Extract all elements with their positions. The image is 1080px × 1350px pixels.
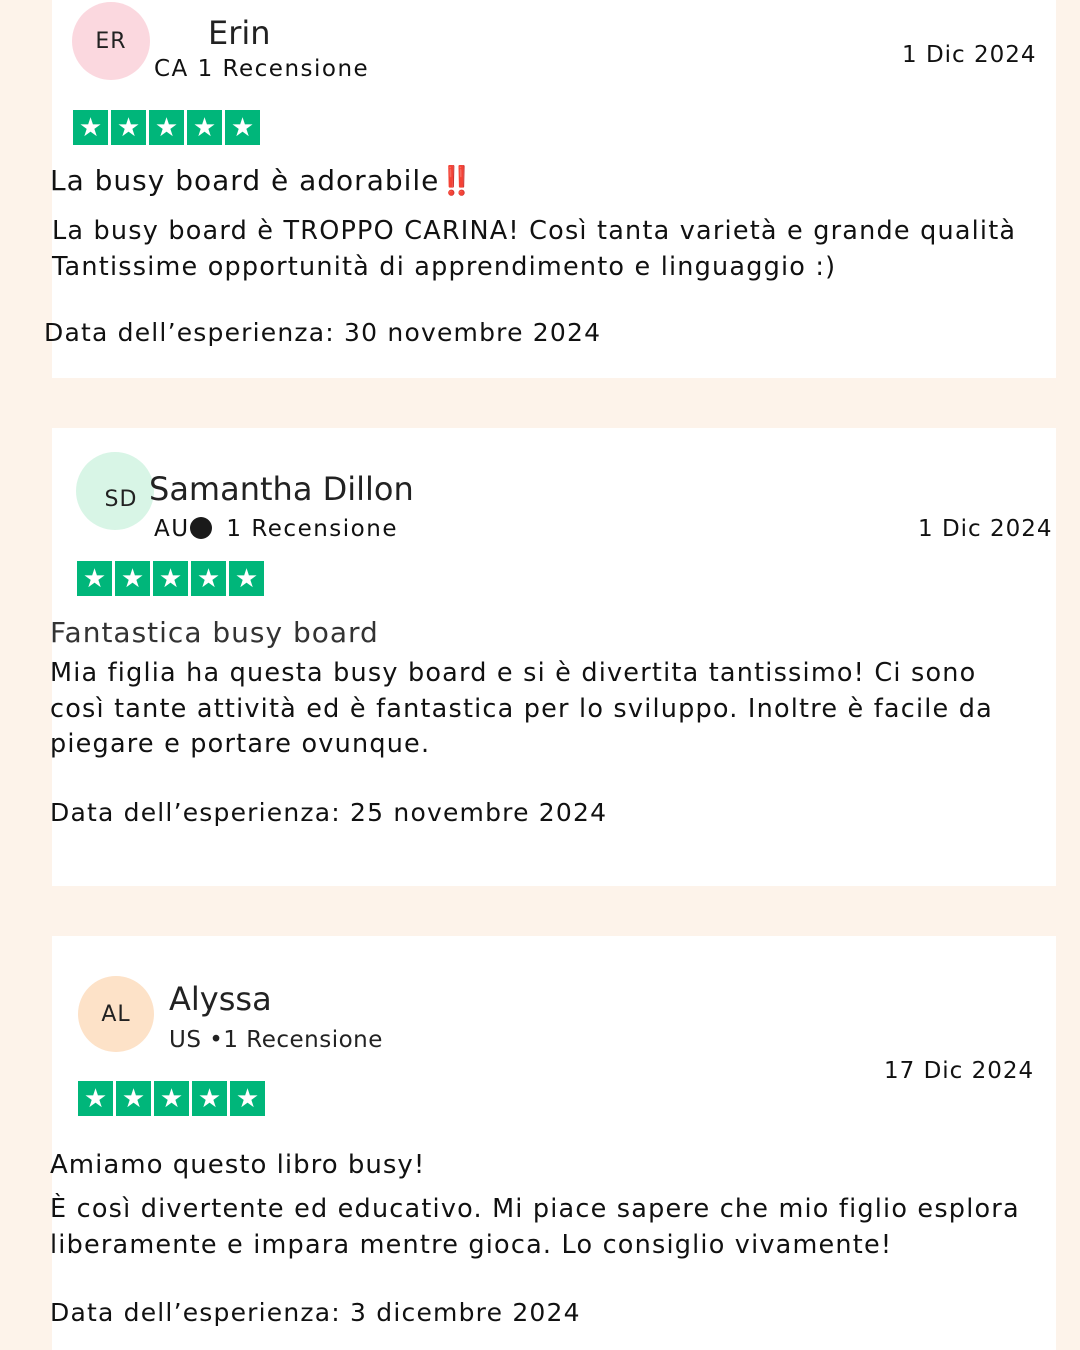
review-date: 1 Dic 2024 <box>918 516 1053 542</box>
avatar-initials: AL <box>101 1001 131 1027</box>
star-icon: ★ <box>229 561 264 596</box>
dot-icon <box>189 517 212 539</box>
review-body-line: La busy board è TROPPO CARINA! Così tant… <box>52 216 1017 246</box>
review-count: •1 Recensione <box>209 1027 383 1053</box>
star-icon: ★ <box>225 110 260 145</box>
reviewer-meta: CA 1 Recensione <box>154 56 369 82</box>
review-title: Amiamo questo libro busy! <box>50 1150 426 1180</box>
star-icon: ★ <box>73 110 108 145</box>
review-date: 1 Dic 2024 <box>902 42 1037 68</box>
star-icon: ★ <box>154 1081 189 1116</box>
star-icon: ★ <box>115 561 150 596</box>
star-icon: ★ <box>78 1081 113 1116</box>
star-icon: ★ <box>153 561 188 596</box>
review-count: 1 Recensione <box>197 56 370 82</box>
reviewer-country: AU <box>154 516 190 542</box>
star-icon: ★ <box>191 561 226 596</box>
avatar: ER <box>72 2 150 80</box>
experience-date: Data dell’esperienza: 25 novembre 2024 <box>50 798 608 827</box>
reviewer-name: Alyssa <box>169 980 272 1018</box>
star-icon: ★ <box>230 1081 265 1116</box>
review-body: Mia figlia ha questa busy board e si è d… <box>50 656 993 763</box>
experience-date: Data dell’esperienza: 30 novembre 2024 <box>44 318 602 347</box>
review-body-line: Tantissime opportunità di apprendimento … <box>52 251 837 282</box>
avatar: AL <box>78 976 154 1052</box>
experience-date: Data dell’esperienza: 3 dicembre 2024 <box>50 1298 581 1327</box>
star-icon: ★ <box>111 110 146 145</box>
star-icon: ★ <box>149 110 184 145</box>
review-body: La busy board è TROPPO CARINA! Così tant… <box>52 214 1016 285</box>
reviewer-country: US <box>169 1027 202 1053</box>
star-rating: ★ ★ ★ ★ ★ <box>77 561 264 596</box>
review-body-line: così tante attività ed è fantastica per … <box>50 693 993 724</box>
avatar-initials: ER <box>95 28 127 54</box>
review-body-line: Mia figlia ha questa busy board e si è d… <box>50 658 977 688</box>
reviewer-name: Erin <box>208 14 271 52</box>
review-date: 17 Dic 2024 <box>884 1058 1035 1084</box>
avatar: SD <box>76 452 154 530</box>
star-rating: ★ ★ ★ ★ ★ <box>73 110 260 145</box>
star-icon: ★ <box>116 1081 151 1116</box>
star-icon: ★ <box>187 110 222 145</box>
review-title: La busy board è adorabile‼️ <box>50 164 476 197</box>
review-count: 1 Recensione <box>226 516 398 542</box>
star-icon: ★ <box>77 561 112 596</box>
review-body: È così divertente ed educativo. Mi piace… <box>50 1192 1020 1263</box>
star-icon: ★ <box>192 1081 227 1116</box>
review-body-line: È così divertente ed educativo. Mi piace… <box>50 1194 1020 1224</box>
review-title: Fantastica busy board <box>50 616 379 649</box>
avatar-initials: SD <box>104 486 138 512</box>
star-rating: ★ ★ ★ ★ ★ <box>78 1081 265 1116</box>
reviewer-meta: AU 1 Recensione <box>154 516 398 542</box>
reviewer-name: Samantha Dillon <box>149 470 414 508</box>
review-body-line: piegare e portare ovunque. <box>50 729 431 759</box>
review-body-line: liberamente e impara mentre gioca. Lo co… <box>50 1229 893 1260</box>
reviewer-country: CA <box>154 56 189 82</box>
reviewer-meta: US •1 Recensione <box>169 1027 383 1053</box>
